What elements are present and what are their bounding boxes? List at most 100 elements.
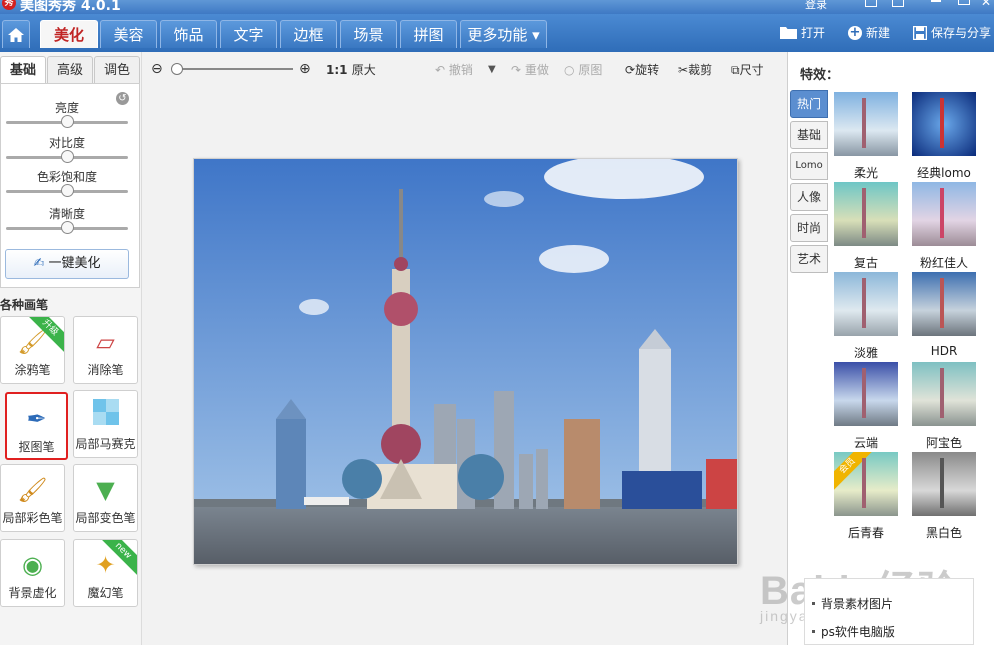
effect-label[interactable]: 云端 (826, 434, 906, 451)
slider-knob[interactable] (61, 184, 74, 197)
one-key-label: 一键美化 (48, 256, 101, 271)
effect-thumb[interactable] (912, 362, 976, 426)
tab-more-features[interactable]: 更多功能 ▾ (460, 20, 547, 48)
redo-button[interactable]: ↷ 重做 (511, 61, 549, 78)
zoom-slider[interactable] (171, 63, 293, 75)
resize-button[interactable]: ⧉尺寸 (731, 61, 764, 78)
magic-pen-tool[interactable]: new ✦ 魔幻笔 (73, 539, 138, 607)
close-icon[interactable]: ✕ (981, 0, 991, 9)
subtab-color[interactable]: 调色 (94, 56, 140, 84)
tool-label: 魔幻笔 (87, 586, 124, 600)
local-color-pen-tool[interactable]: 🖌 局部彩色笔 (0, 464, 65, 532)
background-blur-tool[interactable]: ◉ 背景虚化 (0, 539, 65, 607)
login-link[interactable]: 登录 (805, 0, 827, 12)
settings-icon[interactable] (892, 0, 904, 7)
crop-label: 裁剪 (688, 62, 713, 77)
undo-button[interactable]: ↶ 撤销 (435, 61, 473, 78)
effect-thumb[interactable] (834, 92, 898, 156)
open-button[interactable]: 打开 (780, 24, 825, 41)
minimize-icon[interactable] (931, 0, 941, 2)
size-label: 尺寸 (739, 62, 764, 77)
scissors-icon: ✂ (678, 62, 689, 77)
bullet-icon (812, 602, 815, 605)
photo-canvas[interactable] (193, 158, 738, 565)
left-panel: 基础 高级 调色 ↺ 亮度 对比度 色彩饱和度 清晰度 ✍ 一键美化 各种画笔 … (0, 52, 142, 645)
contrast-slider[interactable] (6, 150, 128, 163)
eraser-icon: ▱ (96, 328, 115, 356)
rotate-button[interactable]: ⟳旋转 (625, 61, 659, 78)
effect-thumb[interactable] (912, 452, 976, 516)
local-recolor-pen-tool[interactable]: ▼ 局部变色笔 (73, 464, 138, 532)
saturation-slider[interactable] (6, 184, 128, 197)
new-button[interactable]: + 新建 (848, 24, 890, 41)
sharpness-slider[interactable] (6, 221, 128, 234)
tab-accessories[interactable]: 饰品 (160, 20, 217, 48)
cat-hot[interactable]: 热门 (790, 90, 828, 118)
main-nav: 美化 美容 饰品 文字 边框 场景 拼图 更多功能 ▾ 打开 + 新建 保存与分… (0, 14, 994, 52)
eraser-pen-tool[interactable]: ▱ 消除笔 (73, 316, 138, 384)
local-mosaic-tool[interactable]: 局部马赛克 (73, 390, 138, 458)
tab-beauty[interactable]: 美容 (100, 20, 157, 48)
feedback-icon[interactable] (865, 0, 877, 7)
redo-icon: ↷ (511, 62, 522, 77)
tab-text[interactable]: 文字 (220, 20, 277, 48)
tab-scenes[interactable]: 场景 (340, 20, 397, 48)
doodle-pen-tool[interactable]: 升级 🖌 涂鸦笔 (0, 316, 65, 384)
cat-art[interactable]: 艺术 (790, 245, 828, 273)
tab-frames[interactable]: 边框 (280, 20, 337, 48)
cutout-pen-tool[interactable]: ✒ 抠图笔 (5, 392, 68, 460)
effect-thumb[interactable] (834, 272, 898, 336)
tab-beautify[interactable]: 美化 (40, 20, 98, 48)
crop-button[interactable]: ✂裁剪 (678, 61, 712, 78)
effect-thumb[interactable] (912, 272, 976, 336)
subtab-basic[interactable]: 基础 (0, 56, 46, 84)
tool-label: 局部变色笔 (75, 511, 136, 525)
zoom-in-icon[interactable]: ⊕ (299, 61, 311, 77)
cat-basic[interactable]: 基础 (790, 121, 828, 149)
original-button[interactable]: ○ 原图 (564, 61, 602, 78)
tool-label: 消除笔 (87, 363, 124, 377)
effect-label[interactable]: 经典lomo (904, 164, 984, 181)
zoom-knob[interactable] (171, 63, 183, 75)
effect-thumb[interactable]: 会员 (834, 452, 898, 516)
save-share-button[interactable]: 保存与分享 (913, 24, 991, 41)
save-icon (913, 25, 927, 40)
home-tab[interactable] (2, 20, 30, 48)
effect-label[interactable]: 复古 (826, 254, 906, 271)
actual-size-button[interactable]: 1:1 原大 (326, 61, 376, 78)
original-size-label: 原大 (351, 62, 376, 77)
effect-thumb[interactable] (912, 182, 976, 246)
effect-label[interactable]: 柔光 (826, 164, 906, 181)
effect-label[interactable]: 粉红佳人 (904, 254, 984, 271)
zoom-out-icon[interactable]: ⊖ (151, 61, 163, 77)
brush-section-title: 各种画笔 (0, 298, 49, 312)
tab-collage[interactable]: 拼图 (400, 20, 457, 48)
popup-item[interactable]: ps软件电脑版 (821, 623, 895, 640)
member-badge: 会员 (834, 452, 873, 491)
effect-thumb[interactable] (834, 182, 898, 246)
effect-label[interactable]: 后青春 (826, 524, 906, 541)
effect-thumb[interactable] (912, 92, 976, 156)
plus-icon: + (848, 24, 862, 40)
brightness-slider[interactable] (6, 115, 128, 128)
slider-knob[interactable] (61, 150, 74, 163)
blur-icon: ◉ (22, 551, 43, 579)
magic-pen-icon: ✍ (33, 256, 45, 271)
subtab-advanced[interactable]: 高级 (47, 56, 93, 84)
tool-label: 涂鸦笔 (14, 363, 51, 377)
popup-item[interactable]: 背景素材图片 (821, 595, 893, 612)
undo-dropdown-icon[interactable]: ▼ (488, 64, 496, 75)
effect-label[interactable]: 淡雅 (826, 344, 906, 361)
cat-lomo[interactable]: Lomo (790, 152, 828, 180)
slider-knob[interactable] (61, 221, 74, 234)
one-key-beautify-button[interactable]: ✍ 一键美化 (5, 249, 129, 279)
adjust-subtabs: 基础 高级 调色 (0, 54, 142, 84)
maximize-icon[interactable] (958, 0, 970, 5)
effect-label[interactable]: 阿宝色 (904, 434, 984, 451)
cat-portrait[interactable]: 人像 (790, 183, 828, 211)
effect-label[interactable]: HDR (904, 344, 984, 358)
effect-thumb[interactable] (834, 362, 898, 426)
effect-label[interactable]: 黑白色 (904, 524, 984, 541)
cat-fashion[interactable]: 时尚 (790, 214, 828, 242)
slider-knob[interactable] (61, 115, 74, 128)
